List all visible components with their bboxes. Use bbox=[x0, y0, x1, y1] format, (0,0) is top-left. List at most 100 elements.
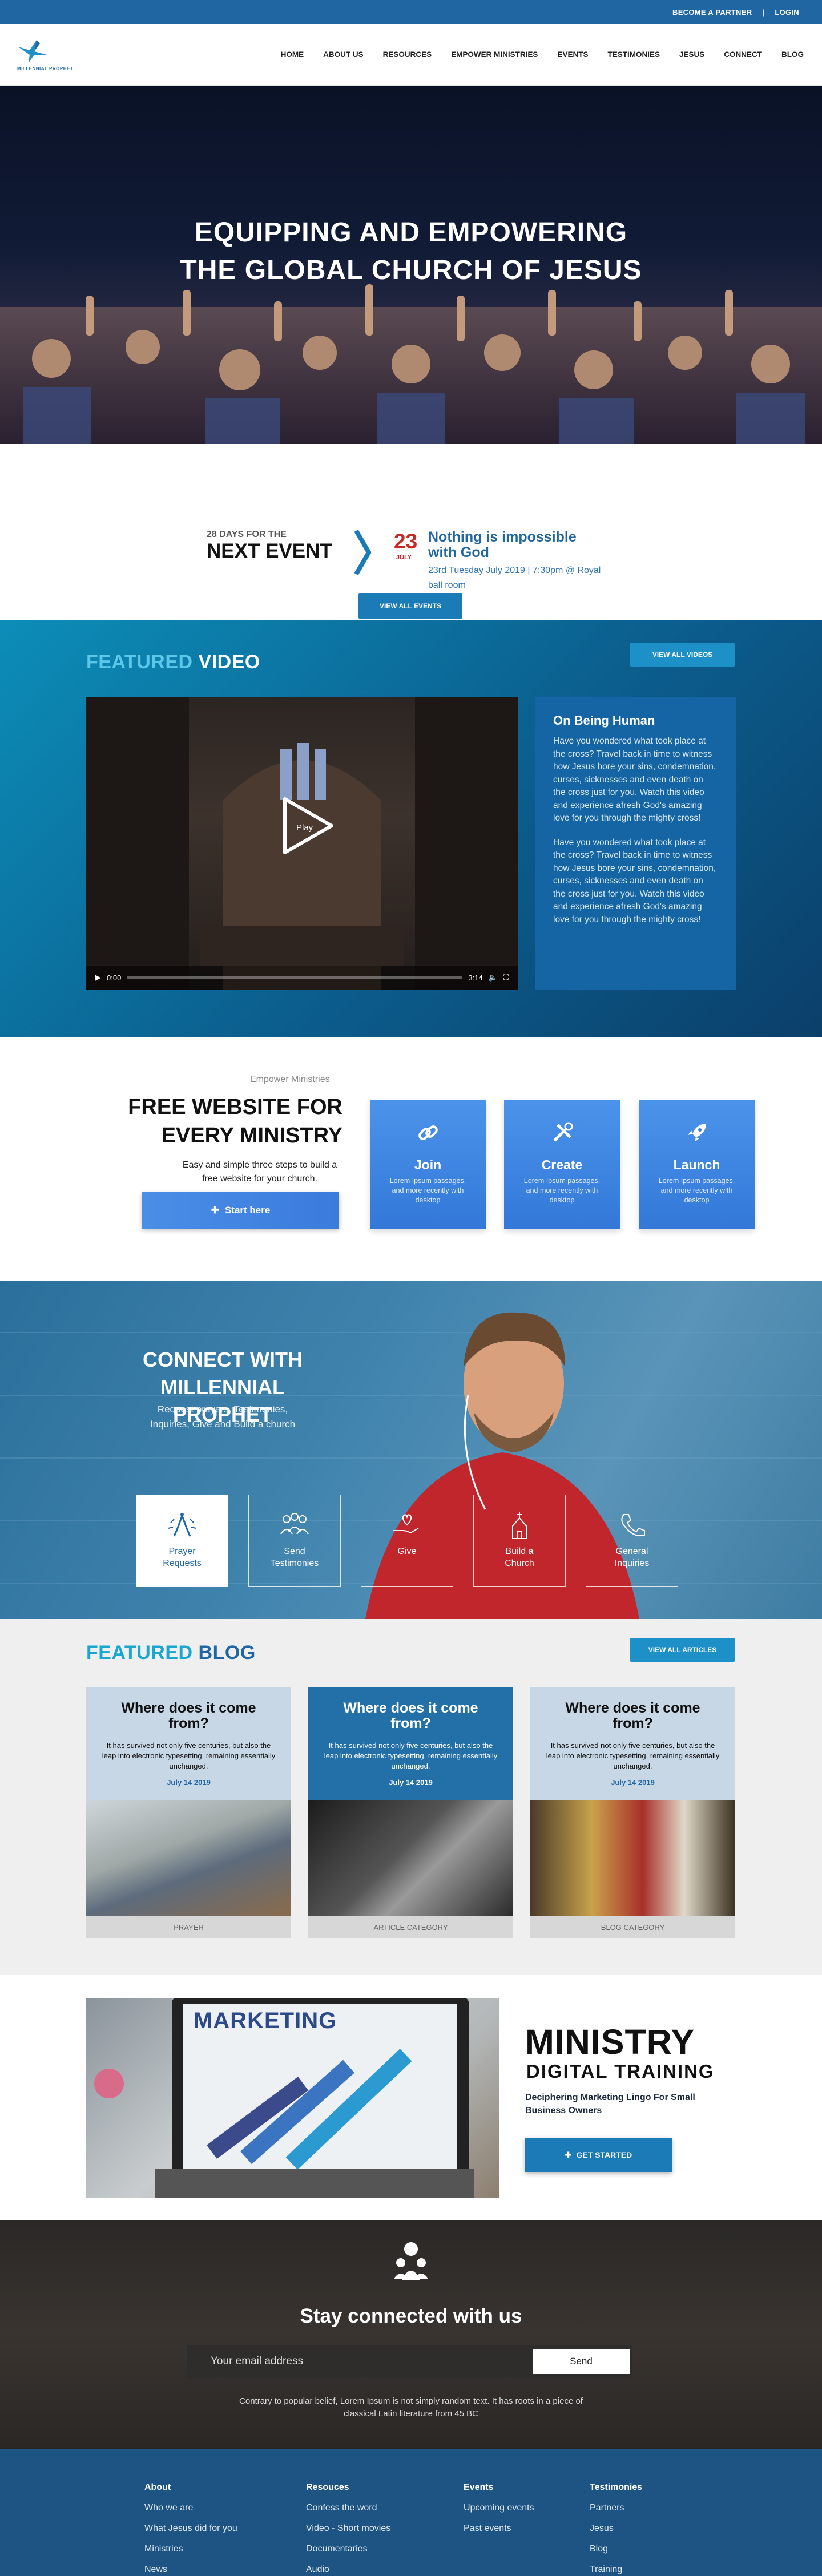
blog-card-category[interactable]: BLOG CATEGORY bbox=[530, 1916, 735, 1938]
nav-home[interactable]: HOME bbox=[281, 50, 304, 59]
tile-label-2: Testimonies bbox=[270, 1558, 319, 1568]
total-time: 3:14 bbox=[468, 973, 483, 982]
nav-menu: HOME ABOUT US RESOURCES EMPOWER MINISTRI… bbox=[281, 50, 804, 59]
build-church-tile[interactable]: Build a Church bbox=[473, 1495, 566, 1587]
step-text: Lorem Ipsum passages, and more recently … bbox=[389, 1177, 466, 1204]
send-testimonies-tile[interactable]: Send Testimonies bbox=[248, 1495, 341, 1587]
empower-subtitle: Easy and simple three steps to build a f… bbox=[182, 1160, 337, 1184]
blog-card-category[interactable]: PRAYER bbox=[86, 1916, 291, 1938]
tile-label-2: Requests bbox=[163, 1558, 202, 1568]
footer-link[interactable]: Who we are bbox=[144, 2498, 237, 2518]
site-logo[interactable]: MILLENNIAL PROPHET bbox=[17, 38, 86, 71]
nav-empower-ministries[interactable]: EMPOWER MINISTRIES bbox=[451, 50, 538, 59]
footer-column-events: Events Upcoming events Past events bbox=[464, 2477, 534, 2539]
digital-training-subtitle: DIGITAL TRAINING bbox=[526, 2061, 715, 2082]
tile-label-1: Build a bbox=[505, 1547, 534, 1556]
nav-events[interactable]: EVENTS bbox=[557, 50, 588, 59]
tile-label-1: General bbox=[615, 1547, 648, 1556]
footer-link[interactable]: Training bbox=[590, 2559, 642, 2576]
empower-title-line-1: FREE WEBSITE FOR bbox=[128, 1095, 342, 1119]
footer-link[interactable]: Ministries bbox=[144, 2539, 237, 2559]
plus-icon: ✚ bbox=[565, 2150, 572, 2159]
start-here-button[interactable]: ✚ Start here bbox=[142, 1192, 339, 1229]
blog-card[interactable]: Where does it come from? It has survived… bbox=[530, 1687, 735, 1938]
footer-link[interactable]: Partners bbox=[590, 2498, 642, 2518]
days-countdown: 28 DAYS FOR THE bbox=[207, 530, 287, 539]
step-create-card[interactable]: Create Lorem Ipsum passages, and more re… bbox=[504, 1100, 620, 1229]
footer-link[interactable]: Upcoming events bbox=[464, 2498, 534, 2518]
next-event-label: NEXT EVENT bbox=[207, 540, 332, 562]
footer-link[interactable]: Jesus bbox=[590, 2518, 642, 2539]
seek-bar[interactable] bbox=[127, 976, 463, 979]
prayer-requests-tile[interactable]: Prayer Requests bbox=[136, 1495, 228, 1587]
nav-jesus[interactable]: JESUS bbox=[679, 50, 704, 59]
section-title-highlight: FEATURED bbox=[86, 651, 193, 673]
featured-blog-section: FEATURED BLOG VIEW ALL ARTICLES Where do… bbox=[0, 1619, 822, 1975]
blog-card-category[interactable]: ARTICLE CATEGORY bbox=[308, 1916, 513, 1938]
give-tile[interactable]: Give bbox=[361, 1495, 453, 1587]
video-controls: ▶ 0:00 3:14 🔈 ⛶ bbox=[86, 966, 518, 990]
video-card-title: On Being Human bbox=[553, 713, 655, 728]
play-label: Play bbox=[296, 823, 313, 833]
footer-link[interactable]: Blog bbox=[590, 2539, 642, 2559]
footer-link[interactable]: News bbox=[144, 2559, 237, 2576]
event-title[interactable]: Nothing is impossible with God bbox=[428, 530, 588, 560]
newsletter-form: Your email address Send bbox=[187, 2345, 632, 2378]
get-started-button[interactable]: ✚ GET STARTED bbox=[525, 2138, 672, 2172]
blog-card-title[interactable]: Where does it come from? bbox=[101, 1701, 276, 1731]
church-icon bbox=[512, 1512, 527, 1539]
general-inquiries-tile[interactable]: General Inquiries bbox=[586, 1495, 678, 1587]
get-started-label: GET STARTED bbox=[576, 2150, 632, 2159]
footer-link[interactable]: What Jesus did for you bbox=[144, 2518, 237, 2539]
video-player[interactable]: Play ▶ 0:00 3:14 🔈 ⛶ bbox=[86, 697, 518, 990]
footer-column-resources: Resouces Confess the word Video - Short … bbox=[306, 2477, 390, 2576]
footer-link[interactable]: Video - Short movies bbox=[306, 2518, 390, 2539]
section-title: FEATURED BLOG bbox=[86, 1642, 256, 1664]
blog-card[interactable]: Where does it come from? It has survived… bbox=[86, 1687, 291, 1938]
blog-card[interactable]: Where does it come from? It has survived… bbox=[308, 1687, 513, 1938]
section-title-rest: BLOG bbox=[198, 1642, 256, 1664]
footer-heading: Events bbox=[464, 2482, 494, 2492]
step-launch-card[interactable]: Launch Lorem Ipsum passages, and more re… bbox=[639, 1100, 755, 1229]
footer-link[interactable]: Confess the word bbox=[306, 2498, 390, 2518]
video-description-card: On Being Human Have you wondered what to… bbox=[535, 697, 736, 990]
become-partner-link[interactable]: BECOME A PARTNER bbox=[672, 8, 752, 17]
play-control-icon[interactable]: ▶ bbox=[95, 973, 101, 982]
nav-about-us[interactable]: ABOUT US bbox=[323, 50, 364, 59]
blog-card-title[interactable]: Where does it come from? bbox=[545, 1701, 720, 1731]
fullscreen-icon[interactable]: ⛶ bbox=[503, 973, 509, 982]
blog-card-body: Where does it come from? It has survived… bbox=[86, 1687, 291, 1800]
nav-testimonies[interactable]: TESTIMONIES bbox=[607, 50, 660, 59]
blog-card-image bbox=[308, 1800, 513, 1916]
blog-card-excerpt: It has survived not only five centuries,… bbox=[546, 1741, 720, 1770]
footer-link[interactable]: Documentaries bbox=[306, 2539, 390, 2559]
empower-ministries-section: Empower Ministries FREE WEBSITE FOR EVER… bbox=[0, 1037, 822, 1281]
newsletter-note: Contrary to popular belief, Lorem Ipsum … bbox=[239, 2396, 583, 2418]
event-details: 23rd Tuesday July 2019 | 7:30pm @ Royal … bbox=[428, 566, 601, 590]
footer-link[interactable]: Past events bbox=[464, 2518, 534, 2539]
step-title: Join bbox=[414, 1157, 442, 1172]
view-all-events-button[interactable]: VIEW ALL EVENTS bbox=[358, 593, 462, 619]
logo-text: MILLENNIAL PROPHET bbox=[17, 66, 74, 71]
marketing-laptop-image[interactable]: MARKETING bbox=[86, 1998, 499, 2198]
login-link[interactable]: LOGIN bbox=[775, 8, 799, 17]
email-input[interactable]: Your email address bbox=[211, 2355, 533, 2368]
nav-blog[interactable]: BLOG bbox=[781, 50, 804, 59]
view-all-articles-button[interactable]: VIEW ALL ARTICLES bbox=[630, 1638, 735, 1662]
praying-hands-icon bbox=[168, 1513, 196, 1537]
bird-logo-icon bbox=[18, 40, 47, 63]
footer-link[interactable]: Audio bbox=[306, 2559, 390, 2576]
tools-icon bbox=[553, 1122, 573, 1142]
nav-connect[interactable]: CONNECT bbox=[724, 50, 762, 59]
send-button[interactable]: Send bbox=[533, 2349, 630, 2374]
section-title-highlight: FEATURED bbox=[86, 1642, 193, 1664]
section-kicker: Empower Ministries bbox=[250, 1075, 330, 1084]
heart-hand-icon bbox=[393, 1514, 419, 1534]
hero-line-1: EQUIPPING AND EMPOWERING bbox=[194, 217, 628, 248]
step-join-card[interactable]: Join Lorem Ipsum passages, and more rece… bbox=[370, 1100, 486, 1229]
blog-card-title[interactable]: Where does it come from? bbox=[323, 1701, 498, 1731]
nav-resources[interactable]: RESOURCES bbox=[383, 50, 432, 59]
view-all-videos-button[interactable]: VIEW ALL VIDEOS bbox=[630, 643, 735, 667]
volume-icon[interactable]: 🔈 bbox=[489, 973, 498, 982]
site-footer: About Who we are What Jesus did for you … bbox=[0, 2449, 822, 2576]
